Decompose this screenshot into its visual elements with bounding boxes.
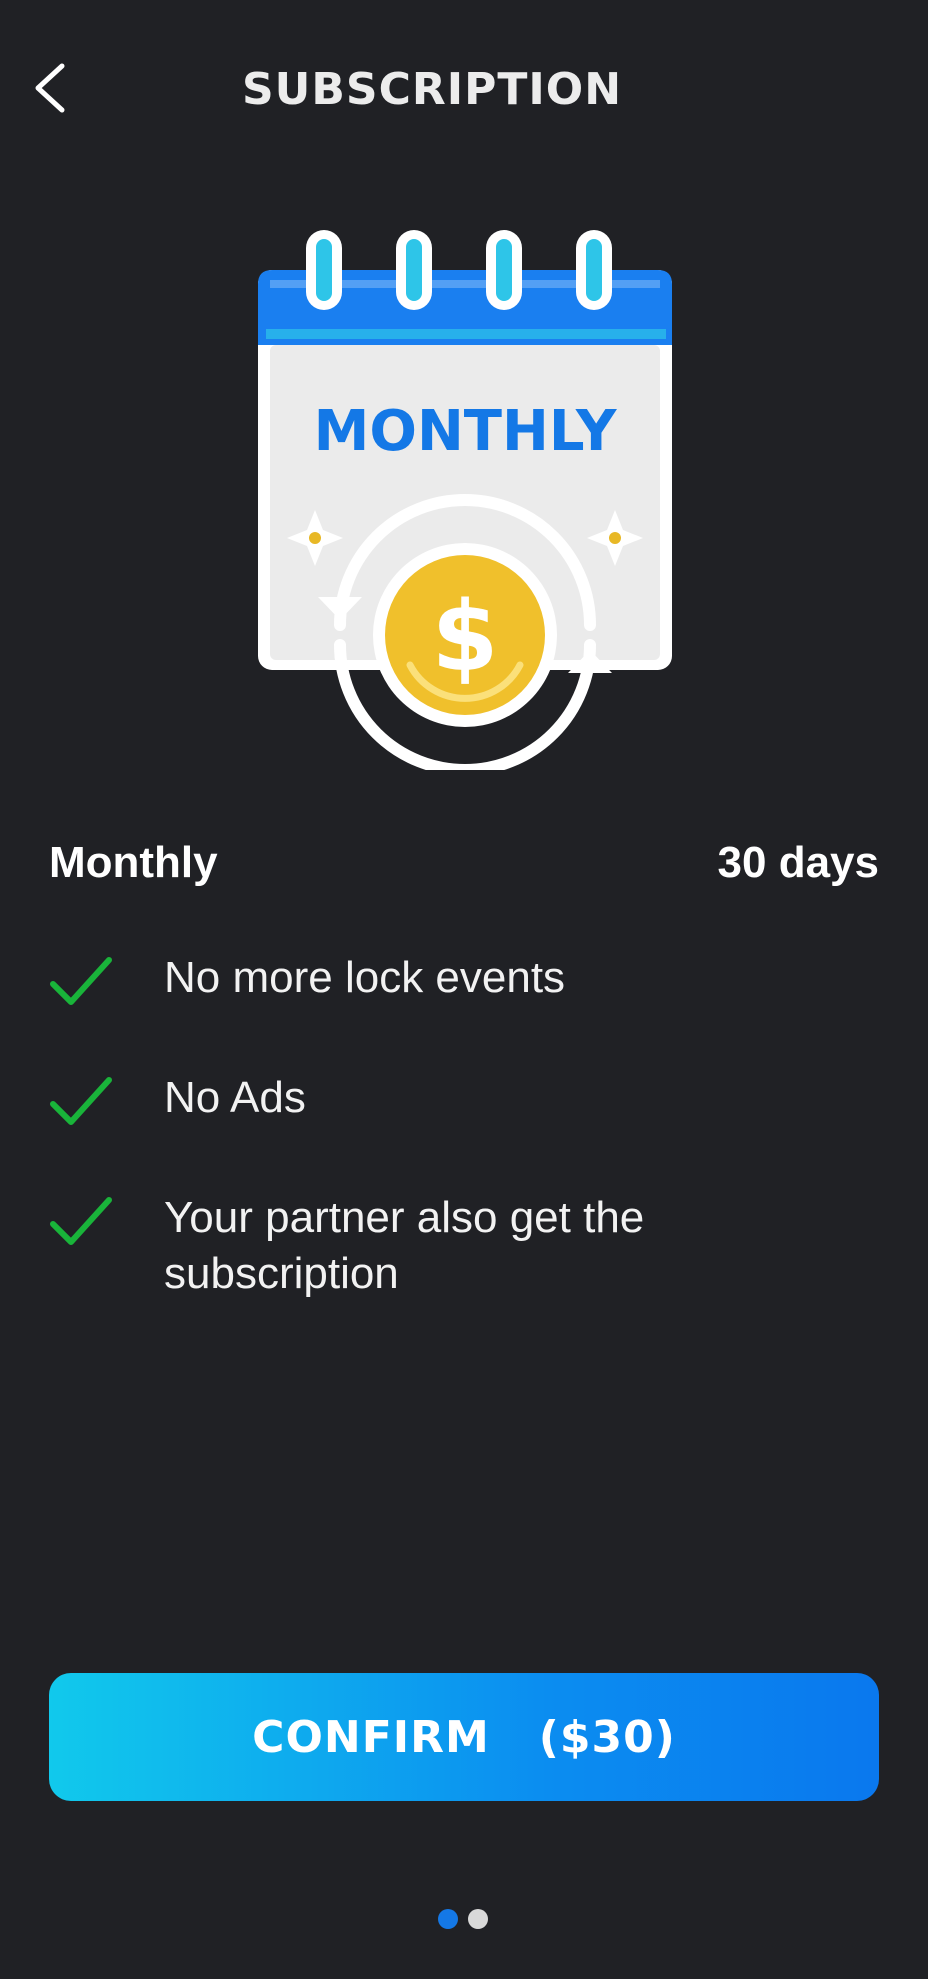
plan-summary: Monthly 30 days [49, 838, 879, 898]
check-icon [50, 957, 112, 1005]
calendar-label: MONTHLY [314, 399, 618, 464]
feature-item: No more lock events [49, 950, 879, 1070]
dollar-coin-icon: $ [373, 543, 557, 727]
plan-name: Monthly [49, 838, 218, 887]
monthly-calendar-illustration: MONTHLY $ [250, 225, 680, 770]
feature-text: Your partner also get the subscription [164, 1193, 645, 1298]
page-dot-1[interactable] [438, 1909, 458, 1929]
plan-duration: 30 days [717, 838, 879, 887]
feature-text: No Ads [164, 1073, 306, 1122]
check-icon [50, 1077, 112, 1125]
page-title: SUBSCRIPTION [241, 64, 623, 115]
svg-text:$: $ [432, 581, 499, 693]
feature-item: Your partner also get the subscription [49, 1190, 879, 1330]
confirm-button[interactable]: CONFIRM ($30) [49, 1673, 879, 1801]
app-header: SUBSCRIPTION [0, 0, 928, 180]
feature-text: No more lock events [164, 953, 566, 1002]
confirm-button-label: CONFIRM ($30) [252, 1711, 676, 1763]
check-icon [50, 1197, 112, 1245]
page-indicator [438, 1909, 488, 1931]
page-dot-2[interactable] [468, 1909, 488, 1929]
feature-item: No Ads [49, 1070, 879, 1190]
feature-list: No more lock events No Ads Your partner … [49, 950, 879, 1330]
